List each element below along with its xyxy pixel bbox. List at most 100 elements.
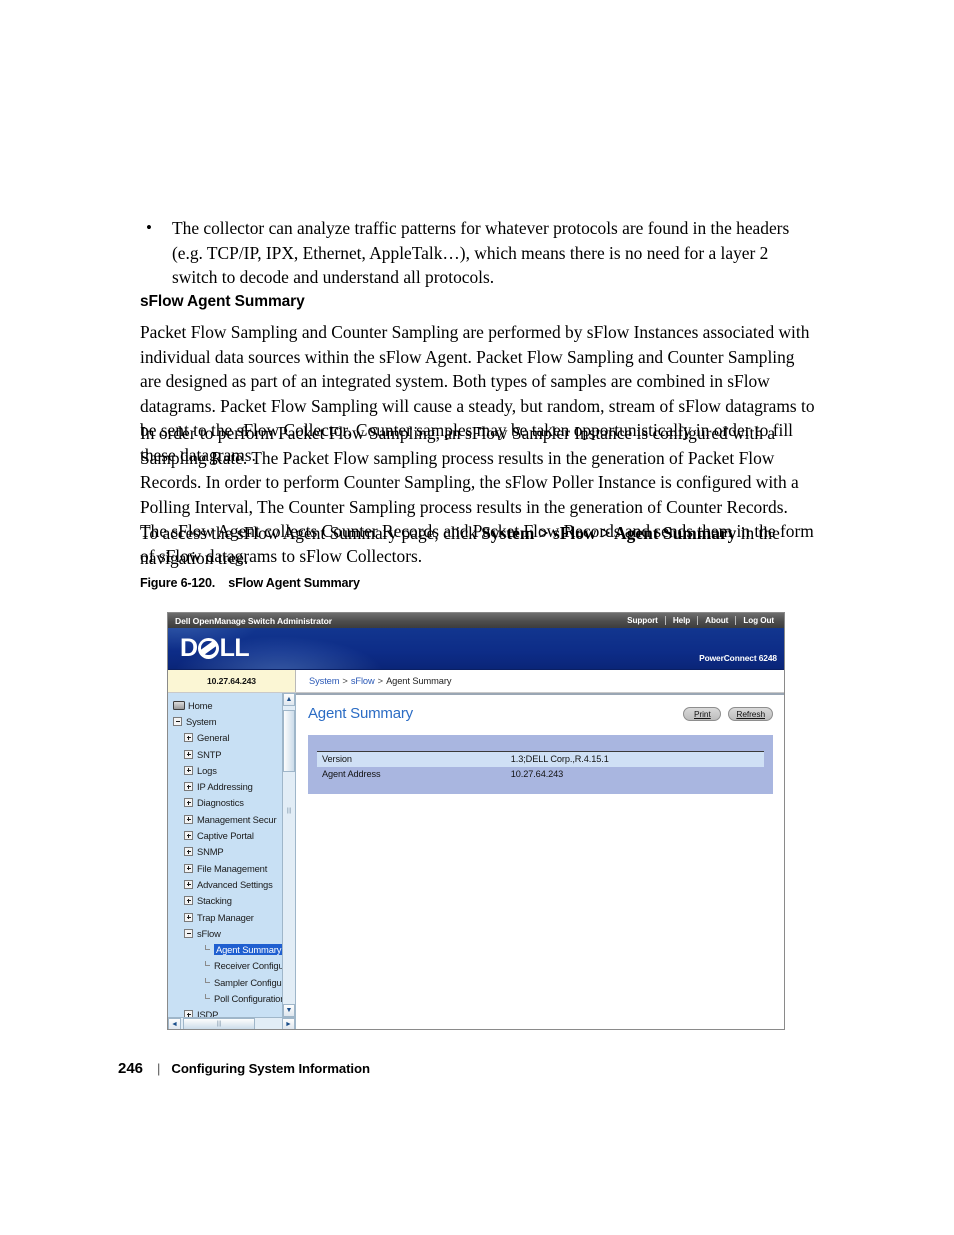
expand-plus-icon[interactable] [184, 1010, 193, 1017]
help-link[interactable]: Help [666, 616, 697, 625]
expand-plus-icon[interactable] [184, 749, 193, 759]
section-heading: sFlow Agent Summary [140, 293, 305, 310]
expand-plus-icon[interactable] [184, 765, 193, 775]
expand-plus-icon[interactable] [184, 912, 193, 922]
tree-item-label: Captive Portal [197, 830, 254, 842]
breadcrumb-sflow[interactable]: sFlow [351, 676, 375, 686]
content-header: Agent Summary Print Refresh [308, 705, 773, 722]
table-row: Agent Address 10.27.64.243 [317, 767, 764, 782]
tree-item-snmp[interactable]: SNMP [171, 844, 282, 860]
expand-plus-icon[interactable] [184, 733, 193, 743]
paragraph-3-prefix: To access the sFlow Agent Summary page, … [140, 523, 482, 543]
scroll-down-icon[interactable]: ▼ [283, 1004, 295, 1017]
tree-item-diagnostics[interactable]: Diagnostics [171, 795, 282, 811]
tree-item-home[interactable]: Home [171, 697, 282, 713]
expand-plus-icon[interactable] [184, 896, 193, 906]
nav-path-sflow: sFlow [552, 523, 597, 543]
expand-plus-icon[interactable] [184, 847, 193, 857]
nav-path-agent-summary: Agent Summary [614, 523, 737, 543]
tree-item-agent-summary[interactable]: Agent Summary [171, 941, 282, 957]
home-icon [173, 700, 185, 710]
nav-path-sep-2: > [596, 523, 615, 543]
breadcrumb-separator: > [342, 676, 348, 686]
hscroll-track[interactable]: ||| [181, 1018, 282, 1029]
dell-logo-e-icon [198, 637, 220, 659]
tree-leaf-connector-icon [201, 977, 210, 987]
tree-item-system[interactable]: System [171, 713, 282, 729]
scroll-left-icon[interactable]: ◄ [168, 1018, 181, 1029]
dell-logo: D LL [180, 635, 250, 661]
navigation-tree: Home System General SNTP Logs IP Addressing Di… [168, 693, 282, 1017]
breadcrumb-separator: > [377, 676, 384, 686]
tree-item-receiver-configu[interactable]: Receiver Configu [171, 958, 282, 974]
hscroll-thumb[interactable]: ||| [183, 1018, 255, 1029]
tree-item-label: Stacking [197, 895, 232, 907]
tree-leaf-connector-icon [201, 961, 210, 970]
expand-plus-icon[interactable] [184, 814, 193, 824]
tree-item-sampler-configu[interactable]: Sampler Configu [171, 974, 282, 990]
tree-item-label: Advanced Settings [197, 878, 273, 890]
tree-vertical-scrollbar[interactable]: ▲ ||| ▼ [282, 693, 295, 1017]
tree-item-advanced-settings[interactable]: Advanced Settings [171, 876, 282, 892]
page-number: 246 [118, 1060, 144, 1077]
print-button-label: Print [694, 708, 711, 719]
scroll-right-icon[interactable]: ► [282, 1018, 295, 1029]
about-link[interactable]: About [698, 616, 735, 625]
figure-caption: Figure 6-120. sFlow Agent Summary [140, 576, 360, 590]
tree-item-label: System [186, 715, 217, 727]
tree-item-logs[interactable]: Logs [171, 762, 282, 778]
content-pane: Agent Summary Print Refresh Version 1.3;D… [296, 693, 784, 1029]
expand-plus-icon[interactable] [184, 782, 193, 792]
product-name: PowerConnect 6248 [699, 653, 777, 663]
tree-item-label: File Management [197, 862, 268, 874]
row-value: 1.3;DELL Corp.,R.4.15.1 [504, 751, 764, 767]
tree-item-captive-portal[interactable]: Captive Portal [171, 827, 282, 843]
tree-item-file-management[interactable]: File Management [171, 860, 282, 876]
tree-item-trap-manager[interactable]: Trap Manager [171, 909, 282, 925]
scroll-track[interactable]: ||| [283, 706, 295, 1004]
scroll-thumb[interactable] [283, 710, 295, 772]
app-body: Home System General SNTP Logs IP Addressing Di… [168, 693, 784, 1029]
tree-item-label: SNMP [197, 846, 224, 858]
log-out-link[interactable]: Log Out [736, 616, 781, 625]
footer-separator: | [157, 1061, 161, 1076]
tree-item-label: Home [188, 699, 213, 711]
tree-item-stacking[interactable]: Stacking [171, 893, 282, 909]
tree-item-label: Receiver Configu [214, 960, 282, 972]
refresh-button-label: Refresh [736, 708, 765, 719]
tree-leaf-connector-icon [201, 945, 210, 954]
collapse-minus-icon[interactable] [173, 716, 182, 726]
document-page: • The collector can analyze traffic patt… [0, 0, 954, 1235]
tree-horizontal-scrollbar[interactable]: ◄ ||| ► [168, 1017, 295, 1029]
tree-item-ip-addressing[interactable]: IP Addressing [171, 778, 282, 794]
figure-screenshot: Dell OpenManage Switch Administrator Sup… [167, 612, 785, 1030]
tree-item-label: Agent Summary [214, 944, 282, 956]
page-title: Agent Summary [308, 705, 413, 722]
refresh-button[interactable]: Refresh [728, 706, 773, 721]
collapse-minus-icon[interactable] [184, 928, 193, 938]
tree-item-poll-configuratior[interactable]: Poll Configuratior [171, 990, 282, 1006]
bullet-list: • The collector can analyze traffic patt… [140, 216, 816, 290]
tree-item-label: Trap Manager [197, 911, 254, 923]
tree-item-management-secur[interactable]: Management Secur [171, 811, 282, 827]
support-link[interactable]: Support [620, 616, 665, 625]
tree-item-isdp[interactable]: ISDP [171, 1007, 282, 1017]
print-button[interactable]: Print [683, 706, 722, 721]
device-ip-address: 10.27.64.243 [168, 670, 296, 692]
expand-plus-icon[interactable] [184, 798, 193, 808]
tree-item-label: SNTP [197, 748, 222, 760]
expand-plus-icon[interactable] [184, 831, 193, 841]
expand-plus-icon[interactable] [184, 863, 193, 873]
expand-plus-icon[interactable] [184, 879, 193, 889]
tree-item-label: ISDP [197, 1009, 219, 1017]
breadcrumb-system[interactable]: System [309, 676, 340, 686]
tree-item-sntp[interactable]: SNTP [171, 746, 282, 762]
tree-item-sflow[interactable]: sFlow [171, 925, 282, 941]
tree-item-label: sFlow [197, 927, 221, 939]
scroll-grip-icon: ||| [286, 807, 292, 814]
scroll-up-icon[interactable]: ▲ [283, 693, 295, 706]
tree-item-general[interactable]: General [171, 730, 282, 746]
breadcrumb-current: Agent Summary [386, 676, 452, 686]
tree-item-label: Logs [197, 764, 217, 776]
agent-summary-card: Version 1.3;DELL Corp.,R.4.15.1 Agent Addr… [308, 735, 773, 794]
